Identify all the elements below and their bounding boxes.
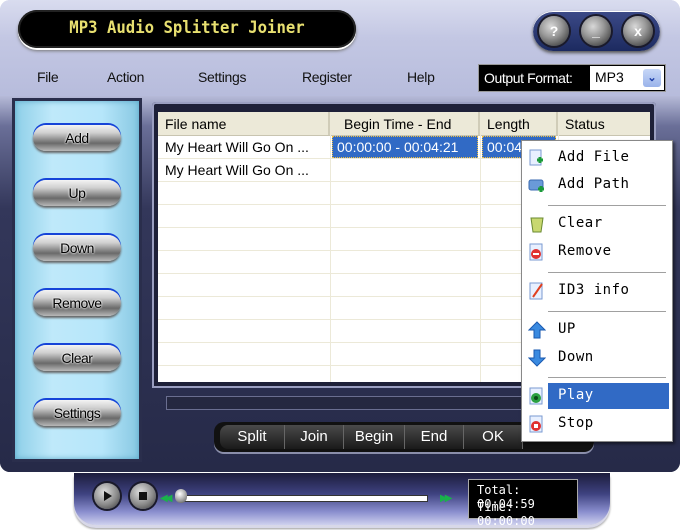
- arrow-up-icon: [528, 321, 546, 339]
- output-format-label: Output Format:: [484, 70, 573, 86]
- play-button[interactable]: [94, 483, 120, 509]
- seek-handle[interactable]: [175, 489, 187, 503]
- stop-icon: [139, 492, 147, 500]
- column-length[interactable]: Length: [480, 112, 558, 135]
- menu-separator: [548, 205, 666, 207]
- menu-file[interactable]: File: [37, 69, 59, 85]
- window-controls: ? _ x: [533, 11, 660, 51]
- cell-file: My Heart Will Go On ...: [165, 162, 309, 178]
- clear-button[interactable]: Clear: [33, 345, 121, 371]
- total-label: Total:: [477, 483, 521, 497]
- arrow-down-icon: [528, 349, 546, 367]
- menu-settings[interactable]: Settings: [198, 69, 246, 85]
- close-button[interactable]: x: [623, 16, 653, 46]
- help-button[interactable]: ?: [539, 16, 569, 46]
- split-button[interactable]: Split: [220, 425, 285, 449]
- play-icon: [104, 491, 112, 501]
- begin-button[interactable]: Begin: [344, 425, 405, 449]
- app-title: MP3 Audio Splitter Joiner: [69, 18, 305, 38]
- add-path-icon: [528, 179, 544, 192]
- output-format-value: MP3: [595, 69, 624, 85]
- end-button[interactable]: End: [405, 425, 464, 449]
- menu-separator: [548, 311, 666, 313]
- menu-bar: File Action Settings Register Help: [0, 66, 470, 90]
- ctx-id3-info[interactable]: ID3 info: [524, 278, 669, 304]
- menu-help[interactable]: Help: [407, 69, 435, 85]
- rewind-icon[interactable]: ◀◀: [160, 493, 173, 504]
- time-display: Total: 00:04:59 Time: 00:00:00: [468, 479, 578, 528]
- trash-icon: [530, 217, 544, 233]
- ctx-add-path[interactable]: Add Path: [524, 172, 669, 198]
- ctx-stop[interactable]: Stop: [524, 411, 669, 437]
- context-menu: Add File Add Path Clear Remove ID3 info …: [521, 140, 673, 442]
- ok-button[interactable]: OK: [464, 425, 523, 449]
- cell-file: My Heart Will Go On ...: [165, 139, 309, 155]
- list-header: File name Begin Time - End Length Status: [158, 112, 650, 136]
- stop-button[interactable]: [130, 483, 156, 509]
- title-bar[interactable]: MP3 Audio Splitter Joiner: [18, 10, 356, 48]
- menu-separator: [548, 272, 666, 274]
- menu-action[interactable]: Action: [107, 69, 144, 85]
- ctx-remove[interactable]: Remove: [524, 239, 669, 265]
- cell-range: 00:00:00 - 00:04:21: [332, 136, 478, 158]
- column-begin-end[interactable]: Begin Time - End: [330, 112, 480, 135]
- output-format-select[interactable]: MP3 ⌄: [590, 66, 664, 90]
- add-file-icon: [529, 149, 543, 166]
- column-file-name[interactable]: File name: [158, 112, 330, 135]
- menu-separator: [548, 377, 666, 379]
- output-format: Output Format: MP3 ⌄: [478, 64, 666, 92]
- ctx-add-file[interactable]: Add File: [524, 145, 669, 171]
- seek-bar[interactable]: [182, 495, 428, 502]
- ctx-down[interactable]: Down: [524, 345, 669, 371]
- time-label: Time:: [477, 500, 514, 514]
- join-button[interactable]: Join: [285, 425, 344, 449]
- play-icon: [529, 387, 543, 405]
- settings-button[interactable]: Settings: [33, 400, 121, 426]
- up-button[interactable]: Up: [33, 180, 121, 206]
- player-bar: ◀◀ ▶▶ Total: 00:04:59 Time: 00:00:00: [74, 473, 610, 528]
- remove-icon: [529, 243, 543, 261]
- chevron-down-icon[interactable]: ⌄: [643, 69, 661, 87]
- cell-range: [332, 159, 478, 181]
- ctx-up[interactable]: UP: [524, 317, 669, 343]
- remove-button[interactable]: Remove: [33, 290, 121, 316]
- forward-icon[interactable]: ▶▶: [440, 493, 453, 504]
- minimize-button[interactable]: _: [581, 16, 611, 46]
- ctx-clear[interactable]: Clear: [524, 211, 669, 237]
- down-button[interactable]: Down: [33, 235, 121, 261]
- time-value: 00:00:00: [477, 514, 535, 528]
- add-button[interactable]: Add: [33, 125, 121, 151]
- menu-register[interactable]: Register: [302, 69, 352, 85]
- column-status[interactable]: Status: [558, 112, 650, 135]
- ctx-play[interactable]: Play: [524, 383, 669, 409]
- sidebar: Add Up Down Remove Clear Settings: [12, 98, 142, 462]
- edit-icon: [529, 282, 543, 300]
- stop-icon: [529, 415, 543, 433]
